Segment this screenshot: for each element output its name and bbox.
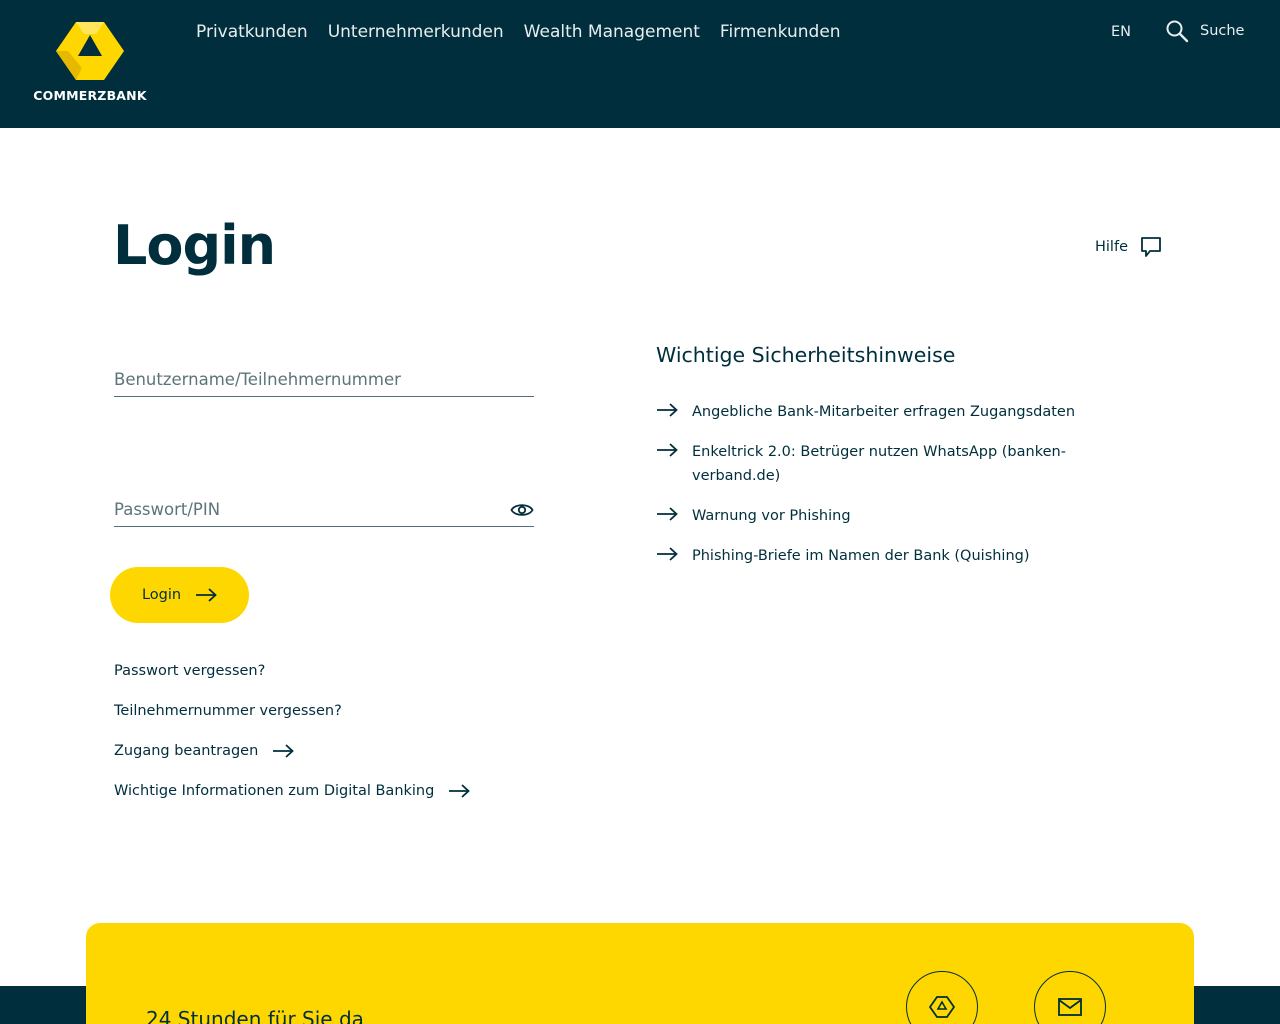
arrow-right-icon — [657, 507, 678, 521]
list-item: Warnung vor Phishing — [656, 504, 1116, 528]
page-title: Login — [113, 214, 276, 277]
language-switch[interactable]: EN — [1111, 24, 1131, 40]
nav-wealth-management[interactable]: Wealth Management — [524, 22, 700, 42]
contact-card-title: 24 Stunden für Sie da — [146, 1007, 364, 1024]
list-item: Teilnehmernummer vergessen? — [114, 701, 470, 741]
list-item: Phishing-Briefe im Namen der Bank (Quish… — [656, 544, 1116, 568]
security-notices: Wichtige Sicherheitshinweise Angebliche … — [656, 342, 1116, 584]
security-link-bank-employees[interactable]: Angebliche Bank-Mitarbeiter erfragen Zug… — [692, 400, 1075, 424]
arrow-right-icon — [196, 588, 217, 602]
logo-text: COMMERZBANK — [33, 88, 147, 103]
link-label: Passwort vergessen? — [114, 663, 266, 679]
forgot-participant-number-link[interactable]: Teilnehmernummer vergessen? — [114, 701, 342, 721]
main-nav: Privatkunden Unternehmerkunden Wealth Ma… — [196, 22, 841, 42]
list-item: Zugang beantragen — [114, 741, 470, 781]
commerzbank-logo-icon — [56, 22, 124, 80]
forgot-password-link[interactable]: Passwort vergessen? — [114, 661, 265, 681]
list-item: Enkeltrick 2.0: Betrüger nutzen WhatsApp… — [656, 440, 1116, 488]
arrow-right-icon — [449, 784, 471, 798]
request-access-link[interactable]: Zugang beantragen — [114, 741, 295, 761]
security-link-quishing[interactable]: Phishing-Briefe im Namen der Bank (Quish… — [692, 544, 1030, 568]
password-field-wrapper — [114, 493, 534, 527]
login-button-label: Login — [141, 587, 182, 603]
help-link[interactable]: Hilfe — [1095, 236, 1162, 258]
arrow-right-icon — [657, 547, 678, 561]
help-label: Hilfe — [1095, 239, 1128, 255]
list-item: Wichtige Informationen zum Digital Banki… — [114, 781, 471, 821]
commerzbank-logo[interactable]: COMMERZBANK — [32, 22, 148, 104]
password-input[interactable] — [114, 493, 534, 526]
search-icon — [1166, 20, 1189, 43]
nav-unternehmerkunden[interactable]: Unternehmerkunden — [328, 22, 504, 42]
security-list: Angebliche Bank-Mitarbeiter erfragen Zug… — [656, 400, 1116, 568]
contact-card: 24 Stunden für Sie da — [86, 923, 1194, 1024]
nav-privatkunden[interactable]: Privatkunden — [196, 22, 308, 42]
contact-mail-button[interactable] — [1034, 971, 1106, 1024]
security-heading: Wichtige Sicherheitshinweise — [656, 343, 956, 367]
link-label: Teilnehmernummer vergessen? — [114, 703, 342, 719]
nav-firmenkunden[interactable]: Firmenkunden — [720, 22, 841, 42]
branch-finder-button[interactable] — [906, 971, 978, 1024]
arrow-right-icon — [273, 744, 295, 758]
security-link-phishing[interactable]: Warnung vor Phishing — [692, 504, 851, 528]
digital-banking-info-link[interactable]: Wichtige Informationen zum Digital Banki… — [114, 781, 471, 801]
login-button[interactable]: Login — [110, 567, 249, 623]
arrow-right-icon — [657, 443, 678, 457]
username-field-wrapper — [114, 363, 534, 397]
top-header: COMMERZBANK Privatkunden Unternehmerkund… — [0, 0, 1280, 128]
speech-bubble-icon — [1141, 237, 1161, 257]
login-help-links: Passwort vergessen? Teilnehmernummer ver… — [114, 661, 471, 821]
username-input[interactable] — [114, 363, 534, 396]
list-item: Angebliche Bank-Mitarbeiter erfragen Zug… — [656, 400, 1116, 424]
link-label: Zugang beantragen — [114, 743, 259, 759]
arrow-right-icon — [657, 403, 678, 417]
list-item: Passwort vergessen? — [114, 661, 470, 701]
branch-icon — [929, 996, 955, 1018]
search-label: Suche — [1200, 23, 1245, 39]
search-button[interactable]: Suche — [1165, 19, 1244, 43]
mail-icon — [1058, 998, 1082, 1016]
security-link-enkeltrick[interactable]: Enkeltrick 2.0: Betrüger nutzen WhatsApp… — [692, 440, 1116, 488]
eye-icon[interactable] — [510, 501, 534, 519]
link-label: Wichtige Informationen zum Digital Banki… — [114, 783, 435, 799]
